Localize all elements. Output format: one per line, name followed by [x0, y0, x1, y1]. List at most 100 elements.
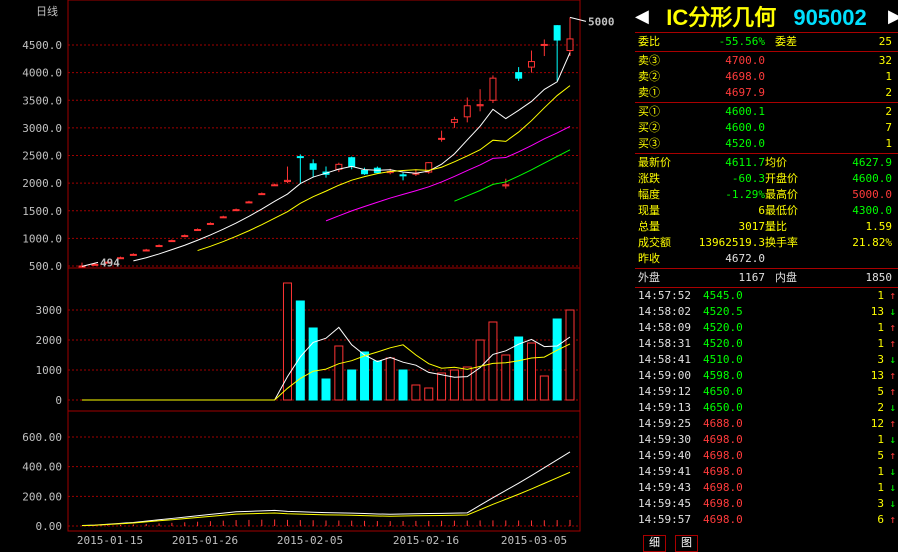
volume-bar: [488, 321, 498, 401]
stat-value: 4672.0: [725, 252, 765, 265]
stat-label-2: 最高价: [765, 188, 798, 201]
arrow-down-icon: ↓: [889, 353, 896, 366]
tick-list[interactable]: 14:57:52 4545.0 1 ↑ 14:58:02 4520.5 13 ↓ 14:58:0…: [635, 288, 898, 528]
stat-value-2: 4600.0: [852, 172, 892, 185]
kline-chart[interactable]: 日线 500.0 1000.0 1500.0 2000.0 2500.0 3000.0 350…: [0, 0, 634, 550]
volume-bar: [347, 369, 357, 401]
stat-value-2: 1.59: [865, 220, 893, 233]
stat-label: 最新价: [638, 156, 671, 169]
chart-area[interactable]: 日线 500.0 1000.0 1500.0 2000.0 2500.0 3000.0 350…: [0, 0, 634, 550]
buy-label: 买①: [638, 105, 660, 118]
candle-body: [142, 249, 150, 252]
price-tick-label: 1500.0: [22, 205, 62, 218]
stats-section: 最新价 4611.7 均价 4627.9 涨跌 -60.3 开盘价 4600.0 幅度 -1.29…: [635, 154, 898, 269]
candle-body: [194, 229, 202, 232]
tick-row: 14:59:43 4698.0 1 ↓: [635, 480, 898, 496]
buy-row: 买③ 4520.0 1: [635, 136, 898, 152]
buy-row: 买① 4600.1 2: [635, 104, 898, 120]
title-bar: ◀ IC分形几何 905002 ▶: [635, 0, 898, 33]
sell-label: 卖②: [638, 70, 660, 83]
date-label: 2015-02-05: [277, 534, 343, 547]
date-label: 2015-02-16: [393, 534, 459, 547]
stat-value-2: 4300.0: [852, 204, 892, 217]
tick-volume: 13: [870, 305, 884, 318]
tick-volume: 3: [877, 353, 884, 366]
volume-bar: [334, 345, 344, 401]
stat-label: 现量: [638, 204, 660, 217]
tick-row: 14:59:13 4650.0 2 ↓: [635, 400, 898, 416]
sell-row: 卖① 4697.9 2: [635, 85, 898, 101]
tick-volume: 5: [877, 385, 884, 398]
candle-body: [476, 104, 484, 107]
stat-label: 总量: [638, 220, 660, 233]
arrow-down-icon: ↓: [889, 497, 896, 510]
candle-body: [502, 184, 510, 187]
volume-bar: [295, 300, 305, 401]
price-tick-label: 3000.0: [22, 122, 62, 135]
sell-label: 卖①: [638, 86, 660, 99]
arrow-down-icon: ↓: [889, 465, 896, 478]
volume-tick-label: 1000: [36, 364, 63, 377]
candle-body: [155, 245, 163, 248]
volume-bar: [552, 318, 562, 401]
buy-qty: 7: [885, 121, 892, 134]
buy-qty: 1: [885, 137, 892, 150]
tick-time: 14:59:30: [638, 433, 691, 446]
tick-time: 14:59:13: [638, 401, 691, 414]
tick-volume: 1: [877, 465, 884, 478]
price-tick-label: 1000.0: [22, 232, 62, 245]
tick-price: 4650.0: [703, 385, 743, 398]
stat-value: 6: [758, 204, 765, 217]
volume-bar: [372, 360, 382, 401]
price-tick-label: 500.0: [29, 260, 62, 273]
tick-row: 14:59:25 4688.0 12 ↑: [635, 416, 898, 432]
stat-value: 13962519.3: [698, 236, 765, 249]
buy-price: 4600.0: [725, 121, 765, 134]
tick-row: 14:58:41 4510.0 3 ↓: [635, 352, 898, 368]
tick-time: 14:58:31: [638, 337, 691, 350]
candle-body: [91, 263, 99, 266]
tick-price: 4698.0: [703, 433, 743, 446]
next-arrow-icon[interactable]: ▶: [888, 6, 898, 27]
tick-volume: 1: [877, 481, 884, 494]
date-label: 2015-03-05: [501, 534, 567, 547]
tick-price: 4698.0: [703, 465, 743, 478]
amount-tick-label: 600.00: [22, 431, 62, 444]
date-label: 2015-01-26: [172, 534, 238, 547]
outer-value: 1167: [738, 271, 766, 284]
stat-value-2: 5000.0: [852, 188, 892, 201]
outer-label: 外盘: [638, 271, 660, 284]
tick-row: 14:58:09 4520.0 1 ↑: [635, 320, 898, 336]
webi-section: 委比 -55.56% 委差 25: [635, 33, 898, 52]
quote-panel: ◀ IC分形几何 905002 ▶ 委比 -55.56% 委差 25 卖③ 470…: [635, 0, 898, 552]
buy-label: 买③: [638, 137, 660, 150]
tab-detail[interactable]: 细: [643, 535, 666, 552]
tick-row: 14:59:57 4698.0 6 ↑: [635, 512, 898, 528]
arrow-down-icon: ↓: [889, 481, 896, 494]
tick-price: 4688.0: [703, 417, 743, 430]
inner-value: 1850: [865, 271, 893, 284]
stat-value: 4611.7: [725, 156, 765, 169]
tick-volume: 5: [877, 449, 884, 462]
tick-volume: 2: [877, 401, 884, 414]
arrow-up-icon: ↑: [889, 369, 896, 382]
price-tick-label: 4500.0: [22, 39, 62, 52]
volume-bar: [360, 351, 370, 401]
tick-price: 4520.0: [703, 321, 743, 334]
tick-row: 14:59:41 4698.0 1 ↓: [635, 464, 898, 480]
sell-orders: 卖③ 4700.0 32 卖② 4698.0 1 卖① 4697.9 2: [635, 52, 898, 103]
instrument-code: 905002: [793, 5, 867, 30]
candle-body: [168, 240, 176, 243]
tab-chart[interactable]: 图: [675, 535, 698, 552]
tick-price: 4650.0: [703, 401, 743, 414]
prev-arrow-icon[interactable]: ◀: [635, 6, 649, 27]
sell-qty: 32: [878, 54, 892, 67]
stat-row: 总量 3017 量比 1.59: [635, 219, 898, 235]
tick-row: 14:57:52 4545.0 1 ↑: [635, 288, 898, 304]
volume-bar: [321, 378, 331, 401]
candle-body: [296, 156, 304, 159]
arrow-up-icon: ↑: [889, 289, 896, 302]
stat-value: -60.3: [731, 172, 765, 185]
sell-price: 4700.0: [725, 54, 765, 67]
candle-body: [232, 209, 240, 212]
